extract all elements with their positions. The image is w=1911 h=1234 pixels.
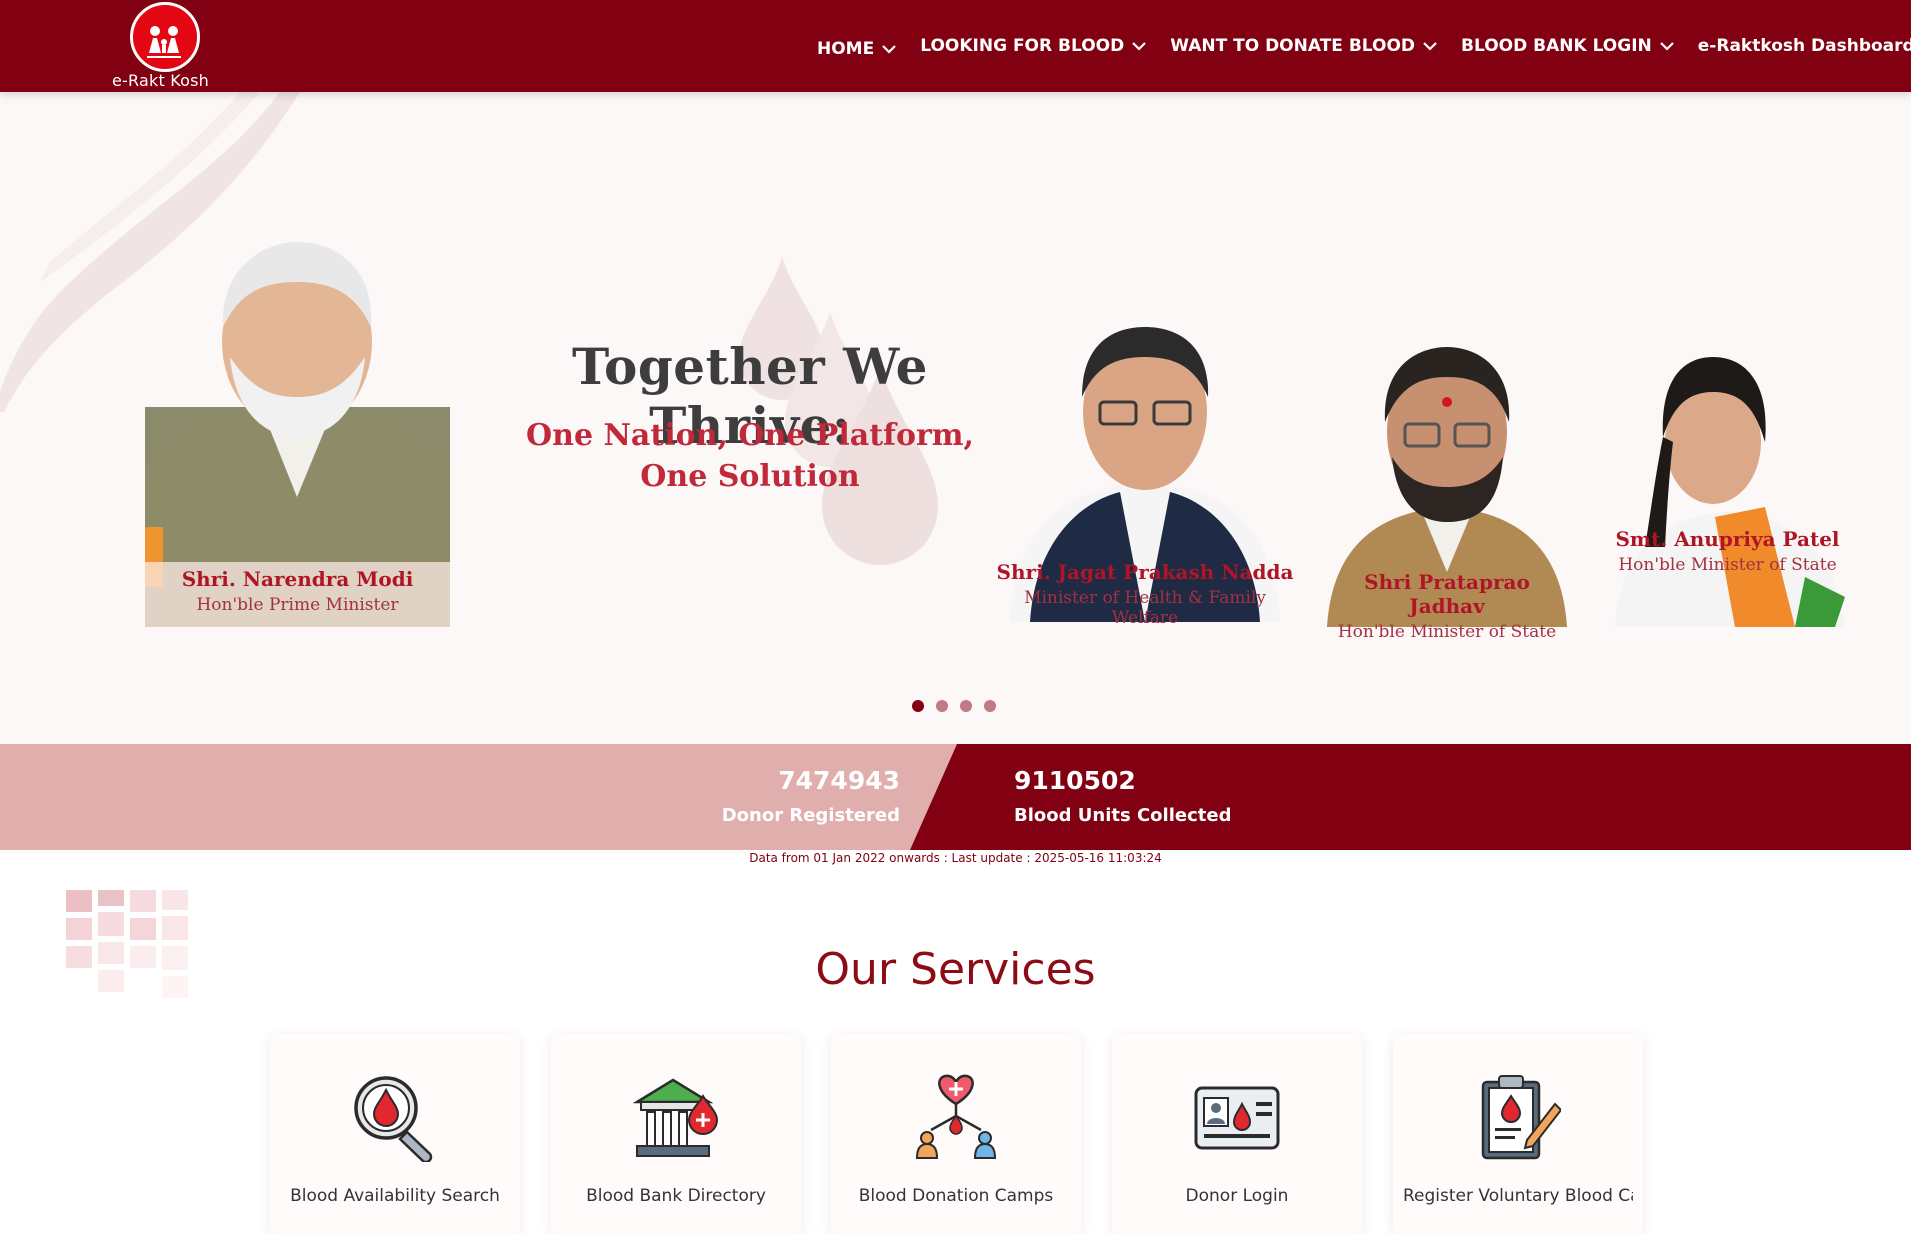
donor-count: 7474943 bbox=[778, 766, 900, 795]
service-card-blood-bank-directory[interactable]: Blood Bank Directory bbox=[551, 1034, 801, 1234]
stats-band: 7474943 Donor Registered 9110502 Blood U… bbox=[0, 744, 1911, 850]
nav-dashboard[interactable]: e-Raktkosh Dashboard bbox=[1686, 0, 1911, 92]
person-name: Shri. Narendra Modi bbox=[181, 567, 414, 591]
chevron-down-icon bbox=[882, 44, 896, 54]
service-card-label: Donor Login bbox=[1185, 1186, 1289, 1206]
blood-search-icon bbox=[354, 1076, 433, 1162]
hero-carousel: Shri. Narendra Modi Hon'ble Prime Minist… bbox=[0, 92, 1911, 744]
person-name: Smt. Anupriya Patel bbox=[1615, 527, 1840, 551]
nav-dashboard-label: e-Raktkosh Dashboard bbox=[1697, 36, 1911, 56]
person-name: Shri. Jagat Prakash Nadda bbox=[996, 560, 1294, 584]
nav-want-to-donate-label: WANT TO DONATE BLOOD bbox=[1170, 36, 1416, 56]
blood-bank-icon bbox=[633, 1078, 719, 1157]
service-card-label: Register Voluntary Blood Camp bbox=[1403, 1186, 1633, 1206]
service-card-register-camp[interactable]: Register Voluntary Blood Camp bbox=[1393, 1034, 1643, 1234]
person-role: Hon'ble Minister of State bbox=[1618, 555, 1837, 575]
units-count-label: Blood Units Collected bbox=[1014, 805, 1232, 826]
top-navbar: e-Rakt Kosh HOME LOOKING FOR BLOOD WANT … bbox=[0, 0, 1911, 92]
hero-subtitle-line1: One Nation, One Platform, bbox=[526, 418, 974, 453]
site-logo[interactable]: e-Rakt Kosh bbox=[112, 2, 217, 90]
hero-person-2: Shri. Jagat Prakash Nadda Minister of He… bbox=[990, 302, 1300, 628]
hero-person-4: Smt. Anupriya Patel Hon'ble Minister of … bbox=[1605, 347, 1850, 627]
carousel-dot-2[interactable] bbox=[936, 700, 948, 712]
hero-person-3: Shri Prataprao Jadhav Hon'ble Minister o… bbox=[1327, 332, 1567, 642]
nhm-emblem-icon bbox=[130, 2, 200, 72]
service-card-donation-camps[interactable]: Blood Donation Camps bbox=[831, 1034, 1081, 1234]
service-card-blood-search[interactable]: Blood Availability Search bbox=[270, 1034, 520, 1234]
nav-blood-bank-login[interactable]: BLOOD BANK LOGIN bbox=[1449, 0, 1686, 92]
chevron-down-icon bbox=[1423, 41, 1437, 51]
main-nav: HOME LOOKING FOR BLOOD WANT TO DONATE BL… bbox=[805, 0, 1911, 92]
section-title: Our Services bbox=[815, 944, 1096, 995]
person-role: Hon'ble Prime Minister bbox=[196, 595, 399, 615]
chevron-down-icon bbox=[1660, 41, 1674, 51]
person-role: Minister of Health & Family Welfare bbox=[1024, 588, 1266, 628]
service-card-donor-login[interactable]: Donor Login bbox=[1112, 1034, 1362, 1234]
carousel-indicators bbox=[912, 700, 996, 712]
service-card-label: Blood Bank Directory bbox=[586, 1186, 766, 1206]
logo-text: e-Rakt Kosh bbox=[112, 71, 209, 90]
carousel-dot-3[interactable] bbox=[960, 700, 972, 712]
nav-want-to-donate[interactable]: WANT TO DONATE BLOOD bbox=[1158, 0, 1449, 92]
carousel-dot-1[interactable] bbox=[912, 700, 924, 712]
nav-blood-bank-login-label: BLOOD BANK LOGIN bbox=[1461, 36, 1652, 56]
portrait-image bbox=[1615, 357, 1845, 627]
nav-home-label: HOME bbox=[817, 39, 875, 59]
register-camp-icon bbox=[1481, 1075, 1561, 1160]
carousel-dot-4[interactable] bbox=[984, 700, 996, 712]
person-name: Shri Prataprao Jadhav bbox=[1364, 570, 1530, 618]
units-count: 9110502 bbox=[1014, 766, 1136, 795]
stats-right-panel bbox=[910, 744, 1911, 850]
donation-camps-icon bbox=[915, 1074, 997, 1159]
nav-looking-for-blood-label: LOOKING FOR BLOOD bbox=[920, 36, 1125, 56]
donor-card-icon bbox=[1194, 1086, 1280, 1150]
hero-subtitle-line2: One Solution bbox=[640, 459, 860, 494]
chevron-down-icon bbox=[1132, 41, 1146, 51]
hero-subtitle: One Nation, One Platform, One Solution bbox=[470, 415, 1030, 497]
service-card-label: Blood Donation Camps bbox=[858, 1186, 1054, 1206]
service-card-label: Blood Availability Search bbox=[290, 1186, 500, 1206]
donor-count-label: Donor Registered bbox=[721, 805, 900, 826]
nav-home[interactable]: HOME bbox=[805, 0, 908, 95]
person-role: Hon'ble Minister of State bbox=[1337, 622, 1557, 642]
data-update-note: Data from 01 Jan 2022 onwards : Last upd… bbox=[749, 851, 1162, 865]
nav-looking-for-blood[interactable]: LOOKING FOR BLOOD bbox=[908, 0, 1158, 92]
hero-person-1: Shri. Narendra Modi Hon'ble Prime Minist… bbox=[145, 237, 450, 627]
